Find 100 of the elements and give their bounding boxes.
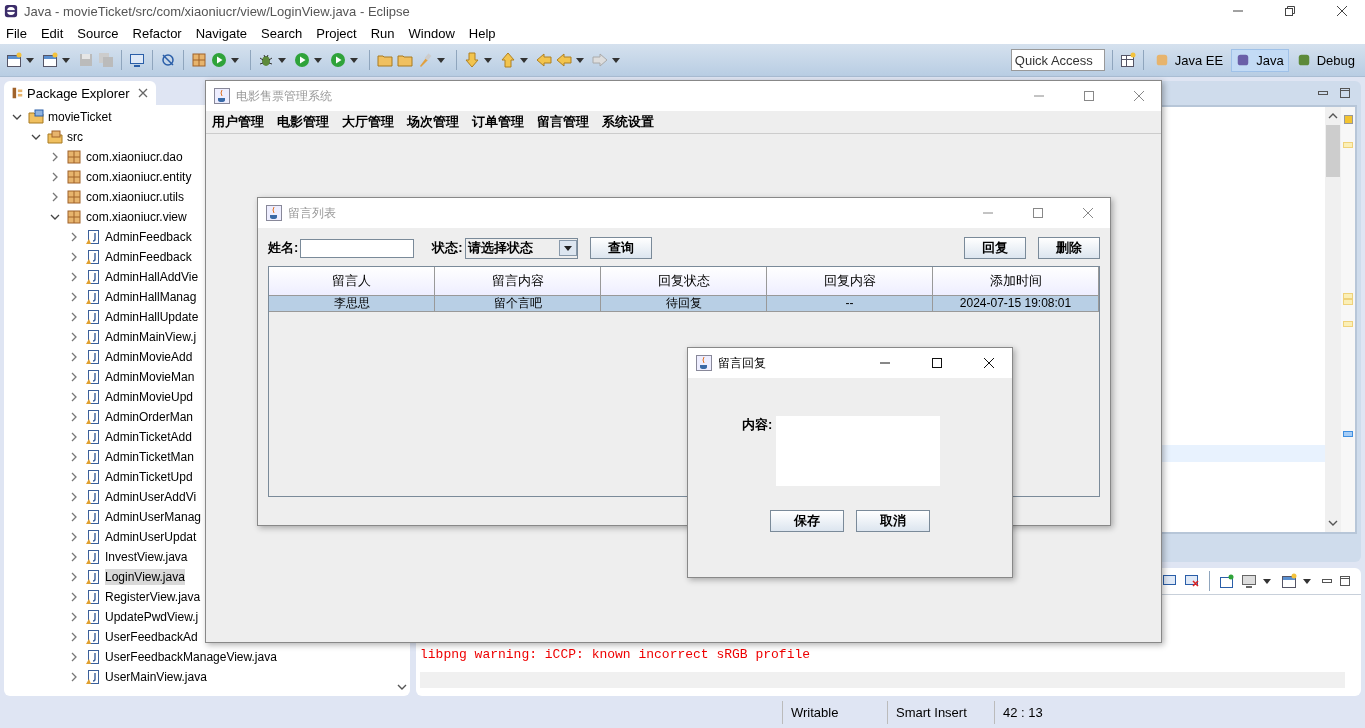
package-icon[interactable]: [191, 52, 207, 68]
chevron-icon[interactable]: [69, 612, 79, 622]
chevron-icon[interactable]: [69, 632, 79, 642]
perspective-icon[interactable]: [1296, 53, 1311, 67]
chevron-icon[interactable]: [69, 452, 79, 462]
chevron-icon[interactable]: [50, 192, 60, 202]
caret-icon[interactable]: [278, 57, 286, 63]
caret-icon[interactable]: [520, 57, 528, 63]
tree-item[interactable]: UpdatePwdView.j: [105, 609, 199, 625]
tree-item[interactable]: AdminTicketAdd: [105, 429, 192, 445]
delete-button[interactable]: 删除: [1038, 237, 1100, 259]
menu-item[interactable]: Navigate: [195, 25, 247, 41]
dialog-button[interactable]: 保存: [770, 510, 844, 532]
tree-item[interactable]: com.xiaoniucr.dao: [86, 149, 183, 165]
ruler-mark[interactable]: [1343, 115, 1353, 124]
query-button[interactable]: 查询: [589, 237, 652, 259]
chevron-icon[interactable]: [69, 492, 79, 502]
name-field[interactable]: [300, 238, 415, 258]
scroll-up-icon[interactable]: [1328, 113, 1338, 119]
quick-access-field[interactable]: Quick Access: [1010, 49, 1105, 71]
perspective-icon[interactable]: [1236, 53, 1251, 67]
menu-item[interactable]: Run: [370, 25, 395, 41]
window-icon[interactable]: [1281, 573, 1297, 589]
menu-item[interactable]: 系统设置: [602, 113, 654, 131]
chevron-icon[interactable]: [31, 132, 41, 142]
caret-icon[interactable]: [314, 57, 322, 63]
tree-item[interactable]: LoginView.java: [105, 569, 185, 585]
menu-item[interactable]: Search: [261, 25, 303, 41]
tree-item[interactable]: AdminMovieMan: [105, 369, 195, 385]
chevron-icon[interactable]: [69, 352, 79, 362]
dialog-button[interactable]: 取消: [856, 510, 930, 532]
tree-item[interactable]: AdminFeedback: [105, 229, 192, 245]
chevron-icon[interactable]: [50, 212, 60, 222]
chevron-icon[interactable]: [69, 672, 79, 682]
chevron-icon[interactable]: [69, 432, 79, 442]
chevron-icon[interactable]: [69, 572, 79, 582]
caret-icon[interactable]: [612, 57, 620, 63]
maximize-icon[interactable]: [1339, 575, 1351, 587]
bug-icon[interactable]: [258, 52, 274, 68]
chevron-icon[interactable]: [69, 272, 79, 282]
console-remove-icon[interactable]: [1184, 573, 1200, 589]
chevron-icon[interactable]: [50, 152, 60, 162]
column-header[interactable]: 回复状态: [601, 267, 767, 296]
chevron-icon[interactable]: [69, 512, 79, 522]
tree-item[interactable]: com.xiaoniucr.entity: [86, 169, 192, 185]
chevron-icon[interactable]: [12, 112, 22, 122]
scroll-down-icon[interactable]: [1328, 520, 1338, 526]
open-perspective-icon[interactable]: [1119, 52, 1136, 68]
package-explorer-tab[interactable]: Package Explorer: [4, 81, 156, 105]
caret-icon[interactable]: [26, 57, 34, 63]
tree-item[interactable]: AdminHallManag: [105, 289, 197, 305]
tree-item[interactable]: com.xiaoniucr.utils: [86, 189, 185, 205]
crossed-link-icon[interactable]: [160, 52, 176, 68]
chevron-icon[interactable]: [69, 292, 79, 302]
menu-item[interactable]: File: [6, 25, 27, 41]
chevron-icon[interactable]: [69, 252, 79, 262]
tree-item[interactable]: AdminMovieAdd: [105, 349, 193, 365]
column-header[interactable]: 留言内容: [435, 267, 601, 296]
menu-item[interactable]: 大厅管理: [342, 113, 394, 131]
tree-item[interactable]: AdminUserUpdat: [105, 529, 197, 545]
monitor-icon[interactable]: [1241, 573, 1257, 589]
status-dropdown[interactable]: 请选择状态: [464, 237, 578, 259]
maximize-icon[interactable]: [932, 358, 942, 368]
menu-item[interactable]: 电影管理: [277, 113, 329, 131]
tree-item[interactable]: RegisterView.java: [105, 589, 201, 605]
tree-item[interactable]: movieTicket: [48, 109, 112, 125]
chevron-icon[interactable]: [69, 412, 79, 422]
tree-item[interactable]: AdminTicketMan: [105, 449, 194, 465]
menu-item[interactable]: Window: [408, 25, 455, 41]
tree-item[interactable]: AdminMainView.j: [105, 329, 197, 345]
restore-icon[interactable]: [1285, 6, 1295, 16]
menu-item[interactable]: 留言管理: [537, 113, 589, 131]
caret-icon[interactable]: [437, 57, 445, 63]
menu-item[interactable]: Project: [316, 25, 357, 41]
caret-icon[interactable]: [231, 57, 239, 63]
tree-item[interactable]: com.xiaoniucr.view: [86, 209, 187, 225]
caret-icon[interactable]: [576, 57, 584, 63]
pin-icon[interactable]: [1219, 573, 1235, 589]
caret-icon[interactable]: [350, 57, 358, 63]
chevron-icon[interactable]: [69, 532, 79, 542]
tree-item[interactable]: InvestView.java: [105, 549, 188, 565]
monitor-icon[interactable]: [129, 52, 145, 68]
tree-item[interactable]: AdminHallUpdate: [105, 309, 199, 325]
menu-item[interactable]: Refactor: [132, 25, 182, 41]
perspective-tab[interactable]: Java EE: [1150, 49, 1228, 71]
menu-item[interactable]: 场次管理: [407, 113, 459, 131]
window-icon[interactable]: [6, 52, 22, 68]
chevron-icon[interactable]: [69, 592, 79, 602]
menu-item[interactable]: Source: [77, 25, 119, 41]
chevron-icon[interactable]: [69, 312, 79, 322]
tree-item[interactable]: UserFeedbackManageView.java: [105, 649, 277, 665]
chevron-icon[interactable]: [69, 552, 79, 562]
tree-item[interactable]: UserMainView.java: [105, 669, 207, 685]
reply-button[interactable]: 回复: [964, 237, 1026, 259]
chevron-icon[interactable]: [69, 232, 79, 242]
tree-item[interactable]: AdminTicketUpd: [105, 469, 193, 485]
perspective-tab[interactable]: Debug: [1292, 49, 1359, 71]
perspective-tab[interactable]: Java: [1231, 48, 1289, 72]
caret-icon[interactable]: [1263, 578, 1271, 584]
tree-item[interactable]: AdminFeedback: [105, 249, 192, 265]
